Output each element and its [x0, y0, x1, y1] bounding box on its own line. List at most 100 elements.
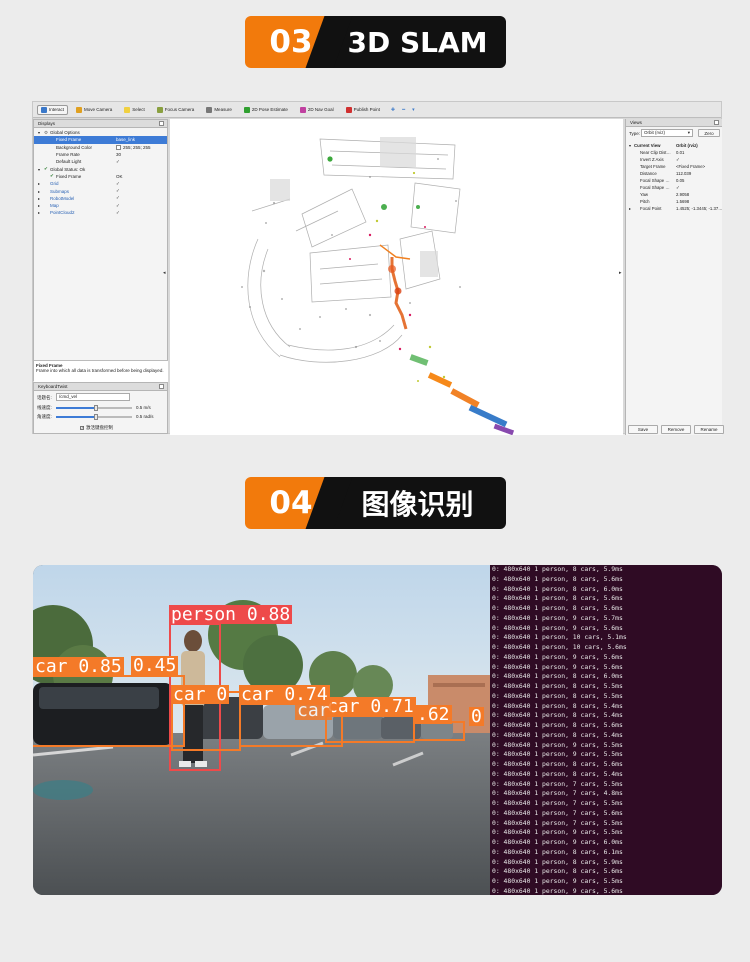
toolbar-button[interactable]: Publish Point: [342, 105, 384, 115]
collapse-arrow-icon[interactable]: ▸: [38, 210, 40, 215]
color-swatch[interactable]: [116, 144, 121, 150]
collapse-arrow-icon[interactable]: ▸: [38, 203, 40, 208]
rviz-toolbar: Interact Move Camera Select Focus Camera Mea…: [33, 102, 721, 118]
view-type-label: Type:: [629, 131, 641, 136]
collapse-arrow-icon[interactable]: ▸: [38, 181, 40, 186]
keyboard-twist-panel: KeyboardTwist 话题名: /cmd_vel 线速度: 0.5 m/s…: [33, 382, 168, 434]
view-property-row[interactable]: Focal Shape … 0.05: [626, 177, 722, 184]
toolbar-button[interactable]: Focus Camera: [153, 105, 199, 115]
minus-icon[interactable]: ━: [402, 107, 405, 113]
detection-label-car: .62: [415, 704, 452, 725]
plus-icon[interactable]: ✚: [391, 107, 395, 113]
checkbox-icon[interactable]: ✓: [116, 181, 120, 187]
view-property-row[interactable]: Distance 112.039: [626, 170, 722, 177]
checkbox-icon[interactable]: ✓: [116, 210, 120, 216]
toolbar-button[interactable]: Move Camera: [72, 105, 116, 115]
panel-close-icon[interactable]: [714, 120, 719, 125]
terminal-line: 0: 480x640 1 person, 8 cars, 5.5ms: [492, 691, 623, 700]
terminal-line: 0: 480x640 1 person, 8 cars, 5.9ms: [492, 857, 623, 866]
terminal-line: 0: 480x640 1 person, 8 cars, 5.4ms: [492, 769, 623, 778]
linear-speed-slider[interactable]: [56, 405, 132, 411]
collapse-arrow-icon[interactable]: ▸: [38, 196, 40, 201]
checkbox-icon[interactable]: ✓: [116, 159, 120, 165]
checkbox-icon[interactable]: ✓: [116, 203, 120, 209]
toolbar-button[interactable]: 2D Pose Estimate: [240, 105, 292, 115]
expand-arrow-icon[interactable]: ▾: [629, 143, 631, 148]
display-tree-row[interactable]: ✔ Fixed Frame OK: [34, 173, 167, 180]
terminal-line: 0: 480x640 1 person, 9 cars, 5.6ms: [492, 652, 623, 661]
display-tree-row[interactable]: ▸ Grid ✓: [34, 180, 167, 187]
zero-button[interactable]: Zero: [698, 129, 720, 137]
checkbox-icon[interactable]: ✓: [116, 195, 120, 201]
checkbox-icon[interactable]: ✓: [676, 157, 680, 163]
terminal-line: 0: 480x640 1 person, 7 cars, 5.5ms: [492, 799, 623, 807]
view-rename-button[interactable]: Rename: [694, 425, 724, 434]
view-property-row[interactable]: Pitch 1.5698: [626, 198, 722, 205]
expand-arrow-icon[interactable]: ▾: [38, 130, 40, 135]
checkbox-icon[interactable]: ✓: [116, 188, 120, 194]
terminal-line: 0: 480x640 1 person, 8 cars, 5.4ms: [492, 701, 623, 710]
display-tree-row[interactable]: ▸ PointCloud2 ✓: [34, 209, 167, 216]
panel-close-icon[interactable]: [159, 384, 164, 389]
terminal-line: 0: 480x640 1 person, 8 cars, 5.5ms: [492, 682, 623, 690]
view-remove-button[interactable]: Remove: [661, 425, 691, 434]
display-tree-row[interactable]: ▸ Map ✓: [34, 202, 167, 209]
display-tree-row[interactable]: Default Light ✓: [34, 158, 167, 165]
view-property-name: Distance: [640, 171, 657, 176]
topic-label: 话题名:: [37, 395, 52, 400]
view-type-select[interactable]: Orbit (rviz) ▾: [641, 129, 693, 137]
display-tree-row[interactable]: Frame Rate 30: [34, 151, 167, 158]
view-property-name: Focal Point: [640, 206, 662, 211]
view-property-row[interactable]: Focal Shape … ✓: [626, 184, 722, 191]
topic-input[interactable]: /cmd_vel: [56, 393, 130, 401]
detection-screenshot: person 0.88 car 0.85 0.45 car 0 car 0.74…: [33, 565, 722, 895]
view-property-name: Focal Shape …: [640, 185, 670, 190]
display-tree-row[interactable]: ▾ ✔ Global Status: Ok: [34, 165, 167, 172]
view-property-name: Yaw: [640, 192, 649, 197]
slider-handle[interactable]: [94, 405, 98, 411]
terminal-line: 0: 480x640 1 person, 7 cars, 4.8ms: [492, 789, 623, 798]
view-property-row[interactable]: Near Clip Dist… 0.01: [626, 149, 722, 156]
toolbar-button-label: Measure: [214, 107, 232, 112]
collapse-left-icon[interactable]: ◂: [163, 270, 166, 276]
collapse-arrow-icon[interactable]: ▸: [38, 189, 40, 194]
display-tree-row[interactable]: Background Color 255; 255; 255: [34, 144, 167, 151]
view-property-row[interactable]: ▾ Current View Orbit (rviz): [626, 142, 722, 149]
terminal-line: 0: 480x640 1 person, 8 cars, 5.6ms: [492, 594, 623, 603]
trajectory-path: [327, 156, 420, 330]
camera-frame: person 0.88 car 0.85 0.45 car 0 car 0.74…: [33, 565, 490, 895]
display-tree-row[interactable]: ▸ Submaps ✓: [34, 187, 167, 194]
expand-arrow-icon[interactable]: ▾: [38, 167, 40, 172]
3d-viewport[interactable]: [170, 119, 623, 435]
terminal-line: 0: 480x640 1 person, 7 cars, 5.5ms: [492, 818, 623, 827]
terminal-line: 0: 480x640 1 person, 8 cars, 6.1ms: [492, 847, 623, 856]
display-row-name: PointCloud2: [50, 210, 75, 216]
dropdown-icon[interactable]: ▾: [412, 107, 415, 113]
collapse-arrow-icon[interactable]: ▸: [629, 206, 631, 211]
view-save-button[interactable]: Save: [628, 425, 658, 434]
toolbar-button-label: 2D Pose Estimate: [251, 107, 288, 112]
display-tree-row[interactable]: ▾ ⚙ Global Options: [34, 129, 167, 136]
display-tree-row[interactable]: ▸ RobotModel ✓: [34, 195, 167, 202]
checkbox-icon[interactable]: ✓: [676, 185, 680, 191]
toolbar-button[interactable]: Select: [120, 105, 149, 115]
toolbar-button[interactable]: Measure: [202, 105, 236, 115]
view-property-row[interactable]: Yaw 2.9058: [626, 191, 722, 198]
view-property-row[interactable]: Invert Z Axis ✓: [626, 156, 722, 163]
display-row-name: Background Color: [56, 144, 93, 150]
toolbar-button[interactable]: 2D Nav Goal: [296, 105, 338, 115]
enable-keyboard-checkbox[interactable]: ✓ 激活键盘控制: [80, 425, 113, 431]
terminal-line: 0: 480x640 1 person, 8 cars, 6.0ms: [492, 584, 623, 593]
view-property-row[interactable]: ▸ Focal Point 1.4525; -1.3445; -1.37…: [626, 205, 723, 212]
display-row-name: Map: [50, 203, 59, 209]
angular-speed-slider[interactable]: [56, 414, 132, 420]
collapse-right-icon[interactable]: ▸: [619, 270, 622, 276]
view-property-row[interactable]: Target Frame <Fixed Frame>: [626, 163, 722, 170]
display-tree-row[interactable]: Fixed Frame base_link: [34, 136, 167, 144]
slider-handle[interactable]: [94, 414, 98, 420]
terminal-line: 0: 480x640 1 person, 9 cars, 5.7ms: [492, 613, 623, 622]
toolbar-button[interactable]: Interact: [37, 104, 69, 115]
terminal-line: 0: 480x640 1 person, 8 cars, 5.6ms: [492, 760, 623, 768]
panel-close-icon[interactable]: [159, 121, 164, 126]
linear-speed-label: 线速度:: [37, 405, 52, 410]
